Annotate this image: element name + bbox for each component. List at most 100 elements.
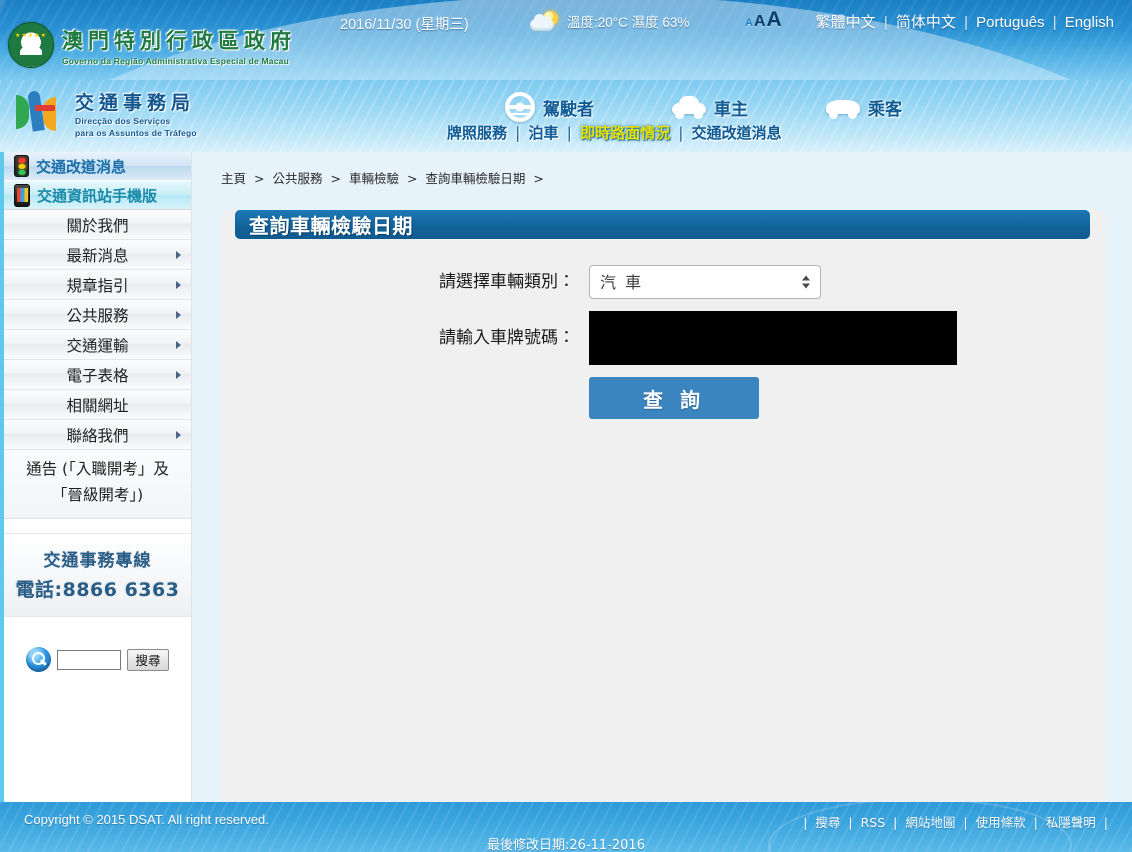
search-icon[interactable] (26, 647, 51, 672)
chevron-right-icon (176, 341, 181, 349)
sidebar-top-label-2: 交通資訊站手機版 (37, 185, 157, 206)
breadcrumb: 主頁 > 公共服務 > 車輛檢驗 > 查詢車輛檢驗日期 > (201, 152, 1106, 196)
hotline-title: 交通事務專線 (8, 546, 187, 571)
quick-link-traffic-diversion[interactable]: 交通改道消息 (692, 124, 782, 142)
car-icon (672, 95, 706, 119)
sidebar-item-transport[interactable]: 交通運輸 (4, 330, 191, 360)
role-label-driver: 駕駛者 (543, 95, 594, 120)
footer-link-terms[interactable]: 使用條款 (976, 815, 1026, 830)
quick-link-separator-3: | (678, 124, 683, 142)
lang-link-simplified-chinese[interactable]: 简体中文 (896, 14, 956, 31)
sidebar-search: 搜尋 (4, 647, 191, 672)
sidebar: 交通改道消息 交通資訊站手機版 關於我們 最新消息 規章指引 (0, 152, 192, 802)
traffic-light-icon (14, 155, 29, 177)
query-button[interactable]: 查 詢 (589, 377, 759, 419)
sidebar-menu-label-5: 電子表格 (66, 364, 128, 386)
dsat-name-chinese: 交通事務局 (75, 88, 197, 115)
footer-link-search[interactable]: 搜尋 (815, 815, 840, 830)
sidebar-item-recruitment-notice[interactable]: 通告 (「入職開考」及 「晉級開考」) (4, 450, 191, 519)
top-header-band: ★★★★★ 澳門特別行政區政府 Governo da Região Admini… (0, 0, 1132, 80)
sidebar-menu-label-2: 規章指引 (66, 274, 128, 296)
sidebar-item-e-forms[interactable]: 電子表格 (4, 360, 191, 390)
sidebar-menu-label-7: 聯絡我們 (66, 424, 128, 446)
sidebar-item-related-links[interactable]: 相關網址 (4, 390, 191, 420)
search-button[interactable]: 搜尋 (127, 649, 168, 671)
form-row-plate-number: 請輸入車牌號碼： (219, 311, 1106, 365)
breadcrumb-item-vehicle-inspection[interactable]: 車輛檢驗 (349, 171, 399, 186)
sidebar-item-mobile-site[interactable]: 交通資訊站手機版 (4, 181, 191, 210)
quick-links-bar: 牌照服務 | 泊車 | 即時路面情況 | 交通改道消息 (447, 122, 782, 143)
page-title-bar: 查詢車輛檢驗日期 (235, 210, 1090, 239)
lotus-icon (20, 37, 42, 55)
footer-link-sitemap[interactable]: 網站地圖 (905, 815, 955, 830)
quick-link-realtime-traffic[interactable]: 即時路面情況 (580, 124, 670, 142)
font-size-small-button[interactable]: A (745, 17, 753, 29)
footer-sep-3: | (963, 815, 967, 830)
font-size-controls[interactable]: A A A (745, 8, 782, 32)
content-panel: 查詢車輛檢驗日期 請選擇車輛類別： 汽 車 (219, 210, 1106, 823)
notice-line-2: 「晉級開考」) (14, 483, 181, 509)
plate-number-input[interactable] (589, 311, 957, 365)
breadcrumb-item-home[interactable]: 主頁 (221, 171, 246, 186)
page-root: ★★★★★ 澳門特別行政區政府 Governo da Região Admini… (0, 0, 1132, 852)
gov-name-portuguese: Governo da Região Administrativa Especia… (62, 56, 296, 66)
sidebar-item-regulations[interactable]: 規章指引 (4, 270, 191, 300)
role-label-vehicle-owner: 車主 (714, 95, 748, 120)
search-input[interactable] (57, 650, 121, 670)
sidebar-item-about-us[interactable]: 關於我們 (4, 210, 191, 240)
sidebar-menu: 關於我們 最新消息 規章指引 公共服務 交通運輸 (4, 210, 191, 519)
traffic-hotline-box: 交通事務專線 電話:8866 6363 (4, 533, 191, 617)
dsat-name-portuguese-line1: Direcção dos Serviços (75, 116, 197, 127)
sidebar-item-traffic-diversion[interactable]: 交通改道消息 (4, 152, 191, 181)
sidebar-item-public-services[interactable]: 公共服務 (4, 300, 191, 330)
breadcrumb-item-public-services[interactable]: 公共服務 (272, 171, 322, 186)
steering-wheel-icon (505, 92, 535, 122)
lang-separator-3: | (1053, 14, 1057, 31)
submit-spacer (219, 377, 589, 419)
chevron-right-icon (176, 431, 181, 439)
footer-link-rss[interactable]: RSS (861, 815, 886, 830)
dsat-name-portuguese-line2: para os Assuntos de Tráfego (75, 128, 197, 139)
sidebar-item-latest-news[interactable]: 最新消息 (4, 240, 191, 270)
font-size-large-button[interactable]: A (767, 8, 782, 32)
footer-sep-0: | (803, 815, 807, 830)
breadcrumb-item-current[interactable]: 查詢車輛檢驗日期 (425, 171, 525, 186)
role-item-vehicle-owner[interactable]: 車主 (672, 95, 748, 120)
footer-sep-1: | (848, 815, 852, 830)
font-size-medium-button[interactable]: A (754, 13, 766, 31)
body-area: 交通改道消息 交通資訊站手機版 關於我們 最新消息 規章指引 (0, 152, 1132, 802)
footer: Copyright © 2015 DSAT. All right reserve… (0, 802, 1132, 852)
macau-government-brand[interactable]: ★★★★★ 澳門特別行政區政府 Governo da Região Admini… (8, 22, 296, 68)
main-content: 主頁 > 公共服務 > 車輛檢驗 > 查詢車輛檢驗日期 > 查詢車輛檢驗日期 請… (201, 152, 1106, 802)
dsat-brand[interactable]: 交通事務局 Direcção dos Serviços para os Assu… (14, 88, 197, 138)
role-item-driver[interactable]: 駕駛者 (505, 92, 594, 122)
vehicle-type-label: 請選擇車輛類別： (219, 265, 589, 299)
lang-link-portuguese[interactable]: Português (976, 14, 1044, 31)
lang-link-traditional-chinese[interactable]: 繁體中文 (816, 14, 876, 31)
language-switcher[interactable]: 繁體中文 | 简体中文 | Português | English (816, 11, 1114, 32)
macau-emblem-icon: ★★★★★ (8, 22, 54, 68)
lang-separator-1: | (884, 14, 888, 31)
footer-links: | 搜尋 | RSS | 網站地圖 | 使用條款 | 私隱聲明 | (799, 812, 1112, 831)
quick-link-parking[interactable]: 泊車 (529, 124, 559, 142)
footer-sep-4: | (1034, 815, 1038, 830)
lang-link-english[interactable]: English (1065, 14, 1114, 31)
current-date: 2016/11/30 (星期三) (340, 13, 469, 34)
sidebar-menu-label-0: 關於我們 (66, 214, 128, 236)
quick-link-licence-service[interactable]: 牌照服務 (447, 124, 507, 142)
weather-text: 溫度:20°C 濕度 63% (567, 11, 689, 31)
bus-icon (826, 95, 860, 119)
chevron-right-icon (176, 251, 181, 259)
vehicle-type-select[interactable]: 汽 車 (589, 265, 821, 299)
footer-sep-5: | (1104, 815, 1108, 830)
vehicle-type-select-wrap: 汽 車 (589, 265, 821, 299)
mobile-phone-icon (14, 184, 30, 207)
role-item-passenger[interactable]: 乘客 (826, 95, 902, 120)
sidebar-menu-label-6: 相關網址 (66, 394, 128, 416)
footer-link-privacy[interactable]: 私隱聲明 (1046, 815, 1096, 830)
quick-link-separator-1: | (515, 124, 520, 142)
sidebar-menu-label-4: 交通運輸 (66, 334, 128, 356)
dsat-logo-icon (14, 89, 68, 137)
sidebar-item-contact-us[interactable]: 聯絡我們 (4, 420, 191, 450)
sidebar-menu-label-3: 公共服務 (66, 304, 128, 326)
